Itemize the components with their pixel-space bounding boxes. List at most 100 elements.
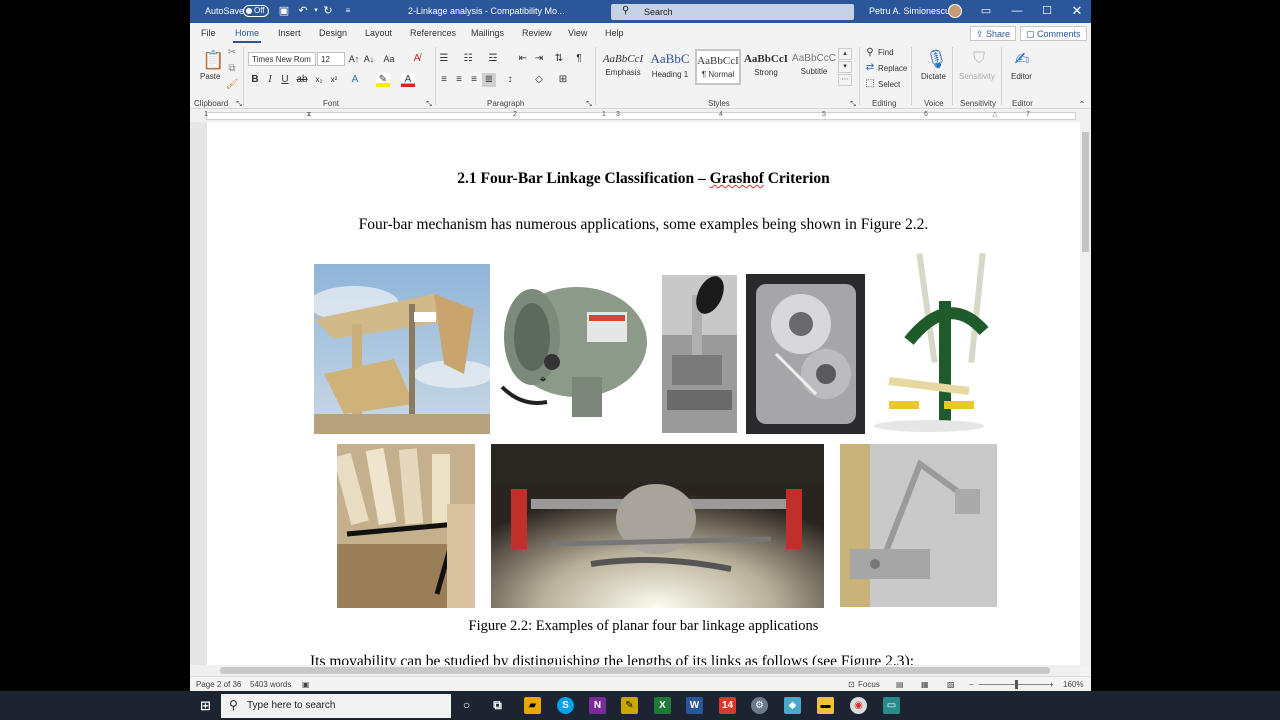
onenote-icon[interactable]: N [589, 697, 606, 714]
bullets-icon[interactable]: ☰ [437, 52, 451, 66]
subscript-icon[interactable]: x₂ [312, 73, 326, 87]
styles-scroll-up-icon[interactable]: ▴ [838, 48, 852, 60]
style-heading-1[interactable]: AaBbC Heading 1 [647, 49, 693, 85]
select-icon[interactable]: ⬚ [863, 77, 877, 91]
increase-indent-icon[interactable]: ⇥ [532, 52, 546, 66]
tab-insert[interactable]: Insert [278, 28, 301, 38]
align-center-icon[interactable]: ≡ [452, 73, 466, 87]
tab-view[interactable]: View [568, 28, 587, 38]
sort-icon[interactable]: ⇅ [552, 52, 566, 66]
elliptical-trainer-photo[interactable] [869, 251, 992, 437]
search-box[interactable]: ⚲ Search [611, 4, 854, 20]
borders-icon[interactable]: ⊞ [556, 73, 570, 87]
font-name-box[interactable]: Times New Rom [248, 52, 316, 66]
focus-icon[interactable]: ⊡ [848, 680, 855, 689]
taskbar-search[interactable]: ⚲ Type here to search [221, 694, 451, 718]
tab-layout[interactable]: Layout [365, 28, 392, 38]
select-button[interactable]: Select [878, 80, 900, 89]
app-icon-cube[interactable]: ◆ [784, 697, 801, 714]
figure-caption[interactable]: Figure 2.2: Examples of planar four bar … [207, 618, 1080, 635]
web-layout-icon[interactable]: ▧ [947, 680, 955, 689]
italic-icon[interactable]: I [263, 73, 277, 87]
shading-icon[interactable]: ◇ [532, 73, 546, 87]
word-count[interactable]: 5403 words [250, 680, 291, 689]
zoom-in-icon[interactable]: + [1049, 680, 1054, 689]
numbering-icon[interactable]: ☷ [461, 52, 475, 66]
page-count[interactable]: Page 2 of 36 [196, 680, 241, 689]
strikethrough-icon[interactable]: ab [295, 73, 309, 87]
body-paragraph[interactable]: Four-bar mechanism has numerous applicat… [207, 216, 1080, 234]
grow-font-icon[interactable]: A↑ [347, 52, 361, 66]
user-name[interactable]: Petru A. Simionescu [869, 6, 950, 16]
tab-mailings[interactable]: Mailings [471, 28, 504, 38]
style-emphasis[interactable]: AaBbCcI Emphasis [600, 49, 646, 85]
format-painter-icon[interactable]: 🖌 [225, 78, 239, 92]
maximize-icon[interactable]: ☐ [1040, 4, 1054, 18]
styles-scroll-down-icon[interactable]: ▾ [838, 61, 852, 73]
door-closer-photo[interactable] [840, 444, 997, 607]
align-right-icon[interactable]: ≡ [467, 73, 481, 87]
shrink-font-icon[interactable]: A↓ [362, 52, 376, 66]
find-button[interactable]: Find [878, 48, 894, 57]
editor-button[interactable]: Editor [1011, 72, 1032, 81]
text-effects-icon[interactable]: A [348, 73, 362, 87]
save-icon[interactable]: ▣ [277, 4, 291, 18]
multilevel-list-icon[interactable]: ☲ [486, 52, 500, 66]
font-color-icon[interactable]: A [401, 73, 415, 87]
paste-label[interactable]: Paste [200, 72, 220, 81]
zoom-slider[interactable] [979, 684, 1049, 685]
show-formatting-icon[interactable]: ¶ [572, 52, 586, 66]
highlight-icon[interactable]: ✎ [376, 73, 390, 87]
motor-photo[interactable] [492, 267, 660, 431]
style-strong[interactable]: AaBbCcI Strong [743, 49, 789, 85]
calendar-app-icon[interactable]: 14 [719, 697, 736, 714]
minimize-icon[interactable]: — [1010, 4, 1024, 18]
document-title[interactable]: 2-Linkage analysis - Compatibility Mo... [408, 6, 565, 16]
scroll-thumb[interactable] [1082, 132, 1089, 252]
document-area[interactable]: 2.1 Four-Bar Linkage Classification – Gr… [190, 122, 1091, 667]
clear-formatting-icon[interactable]: A̸ [410, 52, 424, 66]
right-indent-marker-icon[interactable]: △ [988, 108, 1002, 122]
zoom-out-icon[interactable]: − [969, 680, 974, 689]
superscript-icon[interactable]: x² [327, 73, 341, 87]
throttle-body-photo[interactable] [746, 274, 865, 434]
section-heading[interactable]: 2.1 Four-Bar Linkage Classification – Gr… [207, 170, 1080, 188]
user-avatar[interactable] [948, 4, 962, 18]
scroll-thumb[interactable] [220, 667, 1050, 674]
replace-icon[interactable]: ⇄ [863, 61, 877, 75]
justify-icon[interactable]: ≣ [482, 73, 496, 87]
cortana-icon[interactable]: ○ [458, 697, 475, 714]
tab-review[interactable]: Review [522, 28, 552, 38]
excel-icon[interactable]: X [654, 697, 671, 714]
redo-icon[interactable]: ↻ [321, 4, 335, 18]
autosave-toggle[interactable]: Off [243, 5, 269, 17]
tab-file[interactable]: File [201, 28, 216, 38]
truck-suspension-photo[interactable] [491, 444, 824, 608]
close-icon[interactable]: ✕ [1070, 4, 1084, 18]
app-icon-monitor[interactable]: ▭ [883, 697, 900, 714]
styles-more-icon[interactable]: ⋯ [838, 74, 852, 86]
bold-icon[interactable]: B [248, 73, 262, 87]
copy-icon[interactable]: ⧉ [225, 62, 239, 76]
proofing-icon[interactable]: ▣ [302, 680, 310, 689]
microphone-icon[interactable]: 🎙 [925, 48, 948, 70]
lever-photo[interactable] [662, 275, 737, 433]
comments-button[interactable]: ▢ Comments [1020, 26, 1087, 41]
zoom-level[interactable]: 160% [1063, 680, 1083, 689]
sticky-notes-icon[interactable]: ▰ [524, 697, 541, 714]
align-left-icon[interactable]: ≡ [437, 73, 451, 87]
ribbon-display-options-icon[interactable]: ▭ [979, 4, 993, 18]
cut-icon[interactable]: ✂ [225, 46, 239, 60]
horizontal-ruler[interactable]: 1 1 2 3 4 5 6 7 ⧗ △ [190, 110, 1091, 122]
zoom-slider-thumb[interactable] [1015, 680, 1018, 689]
replace-button[interactable]: Replace [878, 64, 907, 73]
skype-icon[interactable]: S [557, 697, 574, 714]
app-icon[interactable]: ✎ [621, 697, 638, 714]
style-normal[interactable]: AaBbCcI ¶ Normal [695, 49, 741, 85]
share-button[interactable]: ⇪ Share [970, 26, 1017, 41]
find-icon[interactable]: ⚲ [863, 46, 877, 60]
windows-start-icon[interactable]: ⊞ [197, 697, 214, 714]
customize-toolbar-icon[interactable]: ≡ [341, 4, 355, 18]
folding-bench-photo[interactable] [337, 444, 475, 608]
print-layout-icon[interactable]: ▦ [921, 680, 929, 689]
